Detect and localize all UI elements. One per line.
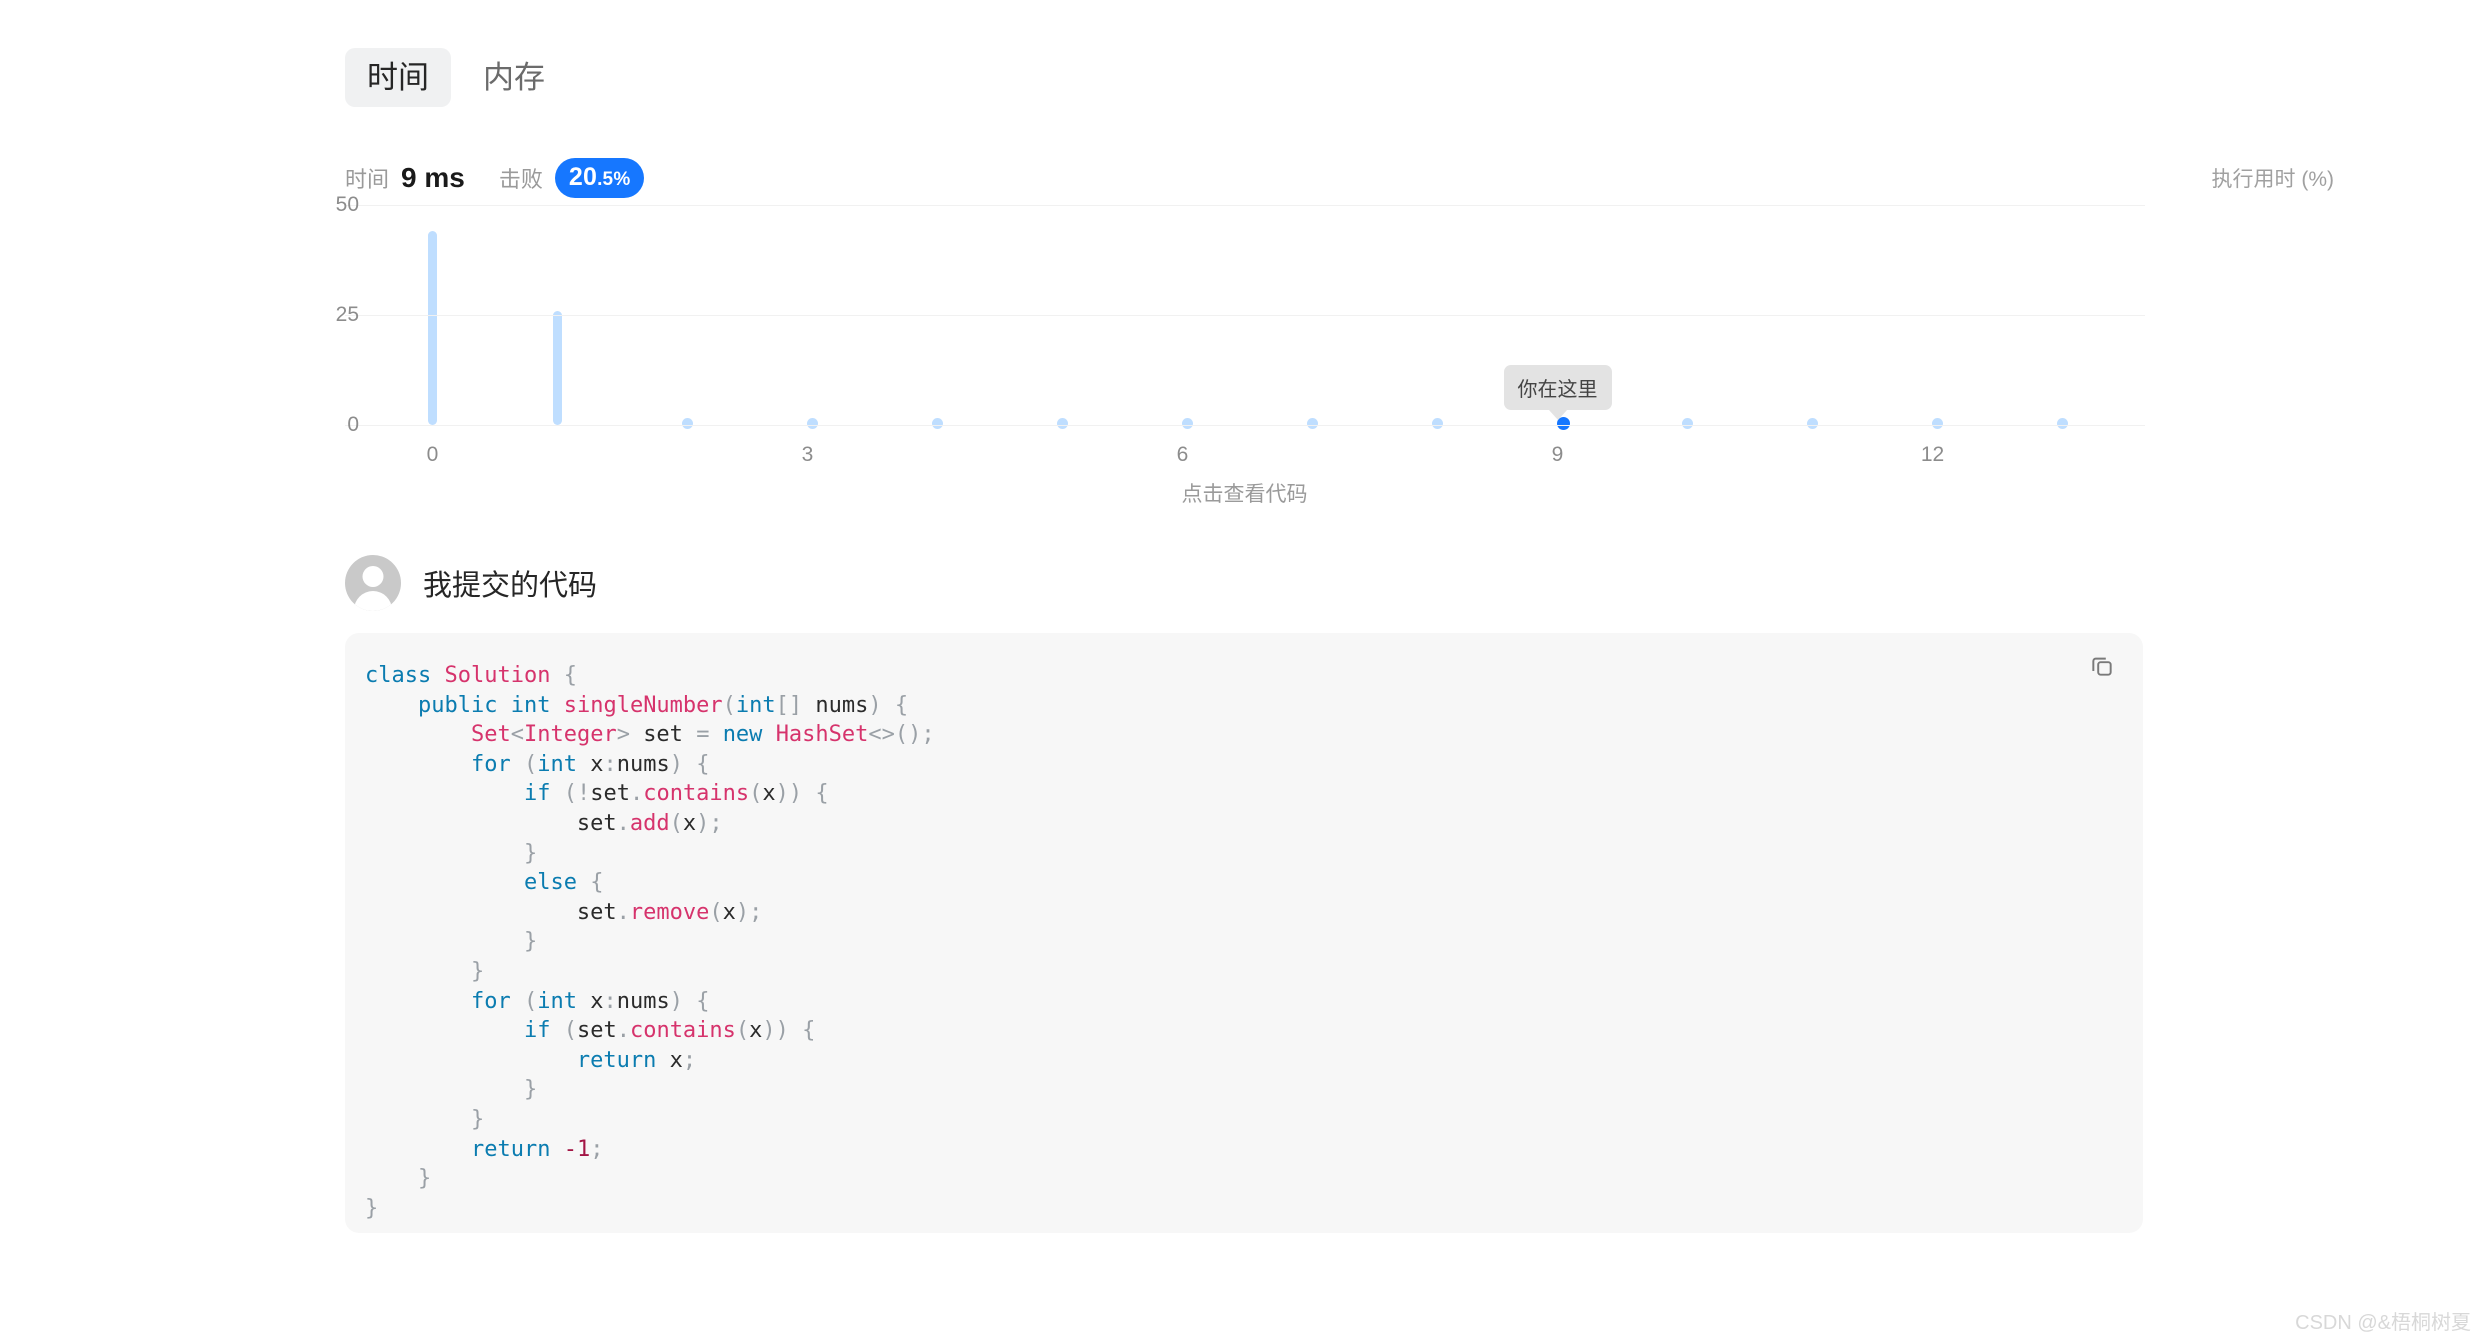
avatar-head-icon [362, 566, 384, 587]
chart-point[interactable] [1931, 418, 1943, 429]
chart-bar[interactable] [428, 231, 437, 425]
chart-point[interactable] [681, 418, 693, 429]
code-content[interactable]: class Solution { public int singleNumber… [345, 633, 2143, 1223]
click-to-view-code-hint[interactable]: 点击查看代码 [0, 478, 2489, 508]
chart-point[interactable] [806, 418, 818, 429]
tab-time[interactable]: 时间 [345, 48, 451, 107]
beats-percent-badge: 20.5% [554, 158, 645, 198]
chart-bar[interactable] [553, 310, 562, 425]
chart-point[interactable] [931, 418, 943, 429]
code-card: class Solution { public int singleNumber… [345, 633, 2143, 1233]
beats-percent-decimal: .5% [597, 169, 631, 190]
you-are-here-tooltip: 你在这里 [1503, 365, 1612, 410]
submitted-code-header: 我提交的代码 [345, 555, 597, 611]
y-axis-tick-label: 0 [347, 413, 359, 436]
y-axis-tick-label: 25 [335, 303, 359, 326]
x-axis-tick-label: 0 [426, 443, 439, 466]
chart-point[interactable] [1181, 418, 1193, 429]
stats-row: 时间 9 ms 击败 20.5% [345, 158, 645, 198]
avatar [345, 555, 401, 611]
x-axis-tick-label: 6 [1176, 443, 1189, 466]
beats-percent-integer: 20 [568, 163, 598, 191]
chart-point[interactable] [1306, 418, 1318, 429]
chart-gridline [345, 205, 2145, 206]
beats-label: 击败 [498, 167, 543, 192]
chart-gridline [345, 425, 2145, 426]
runtime-distribution-chart[interactable]: 0 25 50 0 3 6 9 12 你在这里 [336, 193, 2145, 495]
chart-point[interactable] [1806, 418, 1818, 429]
chart-point[interactable] [1681, 418, 1693, 429]
time-label: 时间 [345, 167, 390, 192]
submission-result-page: 时间 内存 时间 9 ms 击败 20.5% 执行用时 (%) 0 25 50 0 3 6… [0, 0, 2489, 1343]
x-axis-tick-label: 9 [1551, 443, 1564, 466]
watermark: CSDN @&梧桐树夏 [2295, 1312, 2471, 1334]
avatar-body-icon [354, 591, 392, 611]
x-axis-tick-label: 3 [801, 443, 814, 466]
chart-point[interactable] [2056, 418, 2068, 429]
page-title: 我提交的代码 [423, 570, 598, 602]
tab-memory[interactable]: 内存 [461, 48, 567, 107]
chart-axis-title: 执行用时 (%) [2211, 168, 2335, 191]
chart-gridline [345, 315, 2145, 316]
chart-point[interactable] [1431, 418, 1443, 429]
y-axis-tick-label: 50 [335, 193, 359, 216]
metric-tabs: 时间 内存 [345, 48, 567, 107]
chart-point[interactable] [1056, 418, 1068, 429]
x-axis-tick-label: 12 [1920, 443, 1945, 466]
time-value: 9 ms [401, 162, 465, 193]
copy-icon[interactable] [2085, 649, 2119, 683]
